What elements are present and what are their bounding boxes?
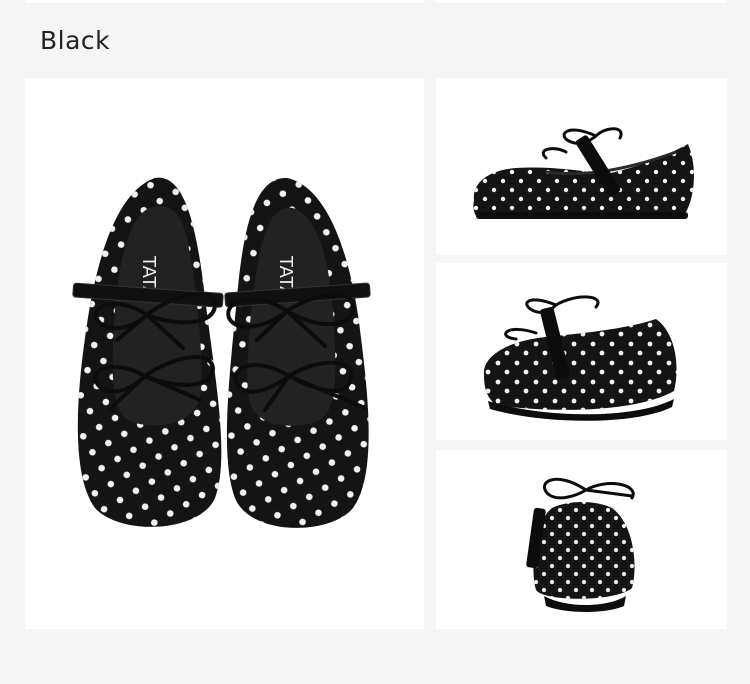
product-image-three-quarter-view[interactable] (436, 263, 727, 440)
right-shoe: TATA (224, 177, 371, 528)
product-image-side-view[interactable] (436, 78, 727, 255)
left-shoe: TATA (72, 177, 224, 527)
product-image-rear-view[interactable] (436, 450, 727, 629)
product-image-top-view[interactable]: TATA TATA (25, 78, 424, 629)
shoe-rear-view (526, 477, 635, 612)
shoe-pair-top-view: TATA TATA (72, 177, 371, 528)
previous-section-edge-right (436, 0, 727, 3)
shoe-side-view (473, 127, 694, 219)
shoe-three-quarter-view (483, 295, 677, 421)
color-variant-title: Black (40, 26, 111, 55)
previous-section-edge-left (25, 0, 424, 3)
